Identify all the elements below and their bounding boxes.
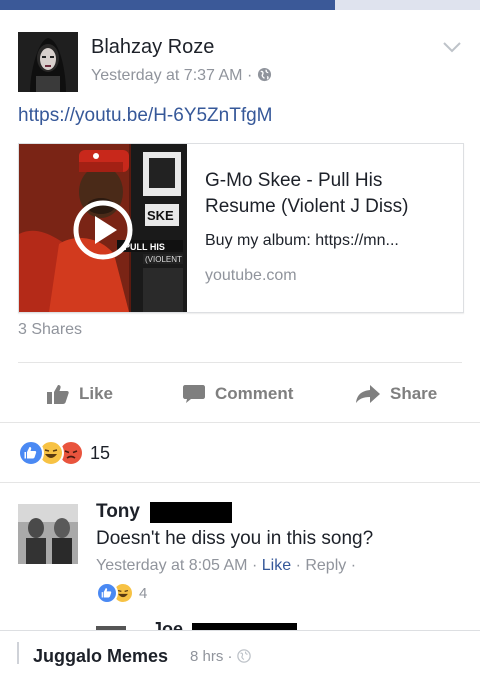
like-reaction-icon [96,582,118,604]
quote-bar [17,642,19,664]
reply-name[interactable]: Joe [152,619,183,630]
shares-count[interactable]: 3 Shares [18,321,82,339]
comment-label: Comment [215,384,294,403]
globe-icon [236,649,251,667]
reaction-count: 15 [90,442,111,463]
video-thumbnail[interactable]: SKE ·PULL HIS (VIOLENT [19,144,187,312]
svg-text:SKE: SKE [147,208,174,223]
thumbs-up-icon [47,385,69,404]
comment-icon [183,385,205,403]
link-preview-card[interactable]: SKE ·PULL HIS (VIOLENT G-Mo Skee - Pull … [18,143,464,313]
meta-separator: · [227,648,233,665]
link-domain: youtube.com [205,267,297,284]
commenter-name[interactable]: Tony [96,501,140,523]
reactions-summary[interactable]: 15 [18,440,111,466]
comment-text: Doesn't he diss you in this song? [96,528,374,549]
top-bar-accent [0,0,335,10]
svg-text:(VIOLENT: (VIOLENT [145,255,182,264]
comment-meta: Yesterday at 8:05 AM · Like · Reply · [96,557,356,575]
footer-meta: 8 hrs · [190,648,251,667]
redaction-bar [150,502,232,523]
footer-time[interactable]: 8 hrs [190,648,223,665]
comment-timestamp[interactable]: Yesterday at 8:05 AM [96,557,248,574]
link-description: Buy my album: https://mn... [205,232,399,249]
redaction-bar [192,623,297,630]
like-reaction-icon [18,440,44,466]
post-timestamp[interactable]: Yesterday at 7:37 AM [91,67,243,84]
top-bar [0,0,480,10]
meta-separator: · [350,557,357,574]
link-title[interactable]: G-Mo Skee - Pull His Resume (Violent J D… [205,168,455,220]
chevron-down-icon[interactable] [442,40,462,54]
meta-separator: · [246,67,253,84]
commenter-avatar[interactable] [18,504,78,564]
post-link[interactable]: https://youtu.be/H-6Y5ZnTfgM [18,105,273,127]
page-name[interactable]: Juggalo Memes [33,646,168,667]
like-button[interactable]: Like [47,382,113,406]
share-button[interactable]: Share [356,382,437,406]
divider [0,482,480,483]
post-meta: Yesterday at 7:37 AM · [91,67,272,87]
author-avatar[interactable] [18,32,78,92]
comment-reactions[interactable]: 4 [96,582,147,604]
post-card: Blahzay Roze Yesterday at 7:37 AM · http… [0,10,480,630]
share-attribution-footer: Juggalo Memes 8 hrs · [0,630,480,676]
globe-icon [257,67,272,87]
divider [0,422,480,423]
share-label: Share [390,384,438,403]
meta-separator: · [295,557,301,574]
divider [18,362,462,363]
comment-button[interactable]: Comment [183,382,293,406]
comment-like-link[interactable]: Like [262,557,291,574]
meta-separator: · [251,557,258,574]
like-label: Like [79,384,114,403]
author-name[interactable]: Blahzay Roze [91,36,214,59]
comment-reaction-count: 4 [139,584,148,602]
comment-reply-link[interactable]: Reply [305,557,346,574]
share-arrow-icon [356,385,380,403]
